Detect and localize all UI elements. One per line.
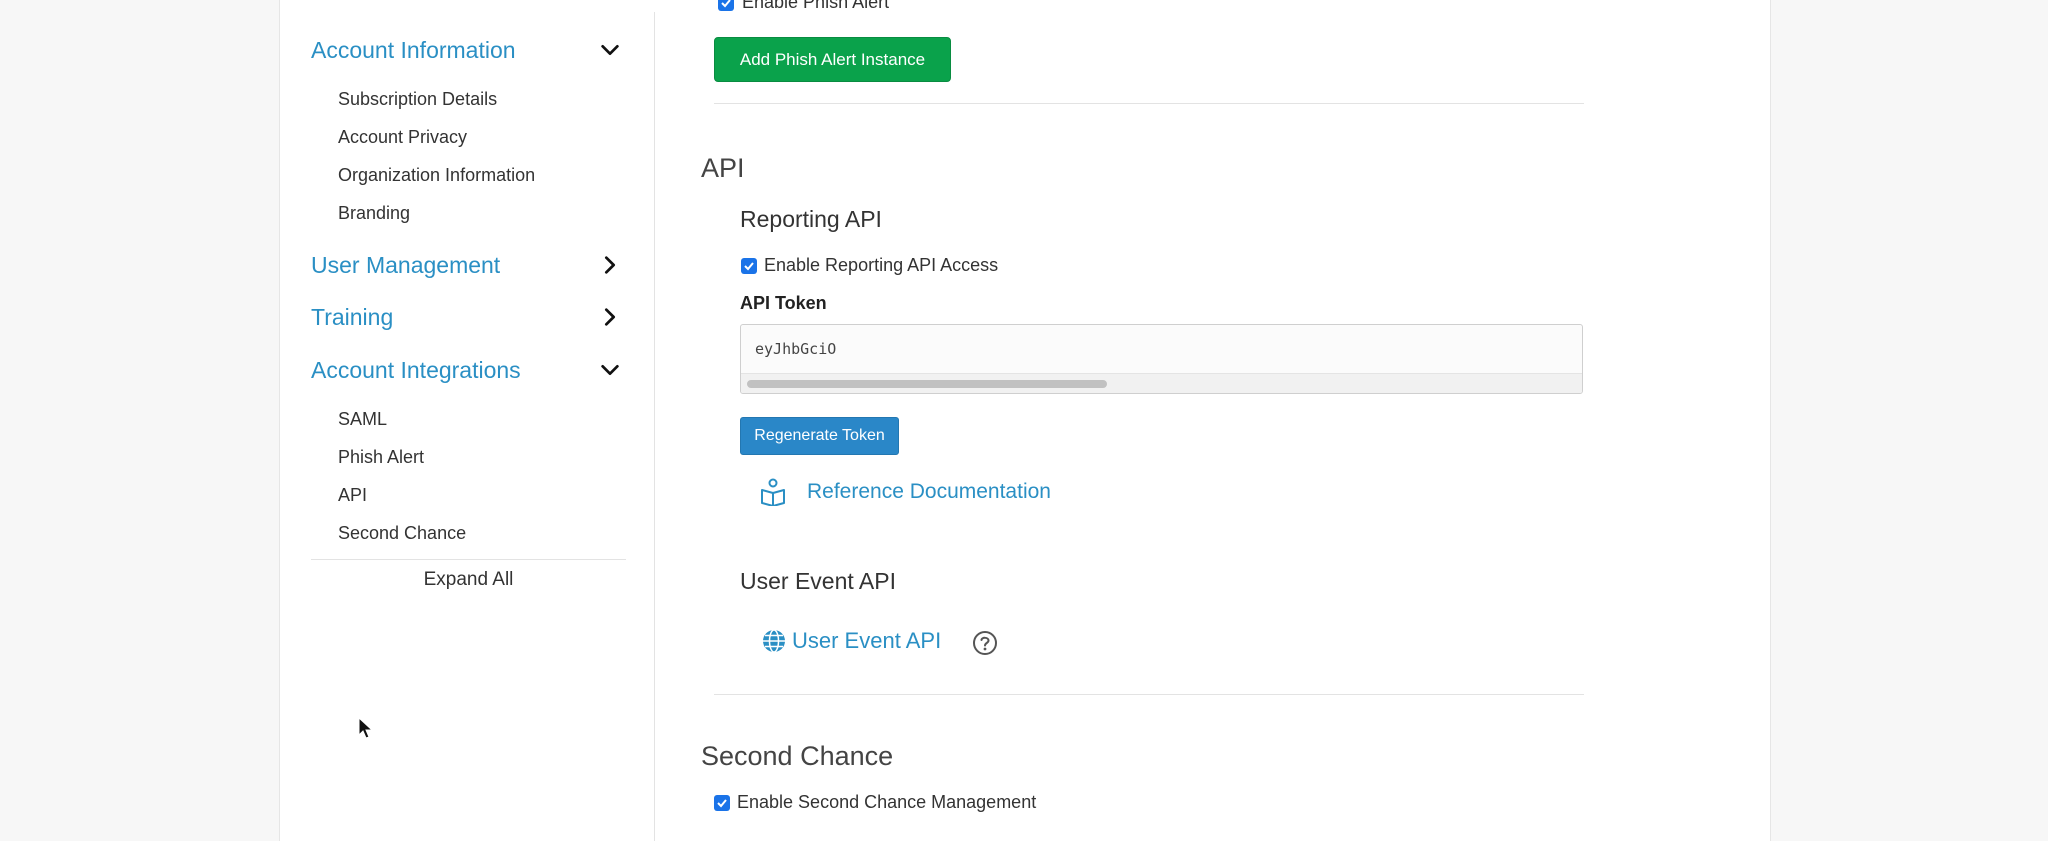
enable-reporting-api-checkbox[interactable] (741, 257, 757, 274)
checkmark-icon (744, 261, 754, 270)
section-divider (714, 694, 1584, 695)
sidebar-section-label: Account Integrations (311, 356, 521, 383)
globe-icon (763, 629, 785, 653)
regenerate-token-button[interactable]: Regenerate Token (740, 417, 899, 455)
reference-documentation-link[interactable]: Reference Documentation (759, 478, 1051, 506)
checkbox-label: Enable Reporting API Access (764, 255, 999, 275)
sidebar-divider (654, 12, 655, 841)
reporting-api-heading: Reporting API (740, 206, 882, 232)
checkbox-label: Enable Phish Alert (742, 0, 890, 12)
api-heading: API (701, 153, 745, 183)
chevron-right-icon (604, 308, 616, 326)
chevron-down-icon (601, 44, 619, 56)
sidebar-item-account-privacy[interactable]: Account Privacy (338, 127, 467, 148)
sidebar-section-training[interactable]: Training (311, 300, 621, 334)
checkmark-icon (721, 0, 731, 7)
link-label: Reference Documentation (807, 480, 1051, 503)
sidebar-section-label: Training (311, 303, 394, 330)
enable-second-chance-checkbox[interactable] (714, 794, 730, 811)
user-event-api-link[interactable]: User Event API (762, 628, 941, 654)
sidebar-section-label: Account Information (311, 36, 516, 63)
sidebar-item-saml[interactable]: SAML (338, 409, 387, 430)
sidebar-section-account-integrations[interactable]: Account Integrations (311, 353, 621, 387)
mouse-cursor-icon (358, 717, 374, 739)
sidebar-section-account-information[interactable]: Account Information (311, 33, 621, 67)
expand-all-link[interactable]: Expand All (311, 569, 626, 591)
question-circle-icon[interactable] (972, 630, 998, 656)
user-event-api-heading: User Event API (740, 568, 896, 594)
api-token-field[interactable]: eyJhbGciO (740, 324, 1583, 394)
sidebar-rule (311, 559, 626, 560)
sidebar-section-label: User Management (311, 251, 501, 278)
sidebar-section-user-management[interactable]: User Management (311, 248, 621, 282)
settings-panel (279, 0, 1771, 841)
sidebar-item-subscription-details[interactable]: Subscription Details (338, 89, 497, 110)
checkmark-icon (717, 798, 727, 807)
add-phish-alert-button[interactable]: Add Phish Alert Instance (714, 37, 951, 82)
phish-alert-checkbox-row[interactable]: Enable Phish Alert (718, 0, 889, 13)
checkbox[interactable] (718, 0, 734, 11)
api-token-label: API Token (740, 293, 827, 313)
api-token-value[interactable]: eyJhbGciO (755, 340, 836, 358)
book-icon (761, 478, 785, 506)
second-chance-heading: Second Chance (701, 741, 894, 771)
enable-second-chance-row[interactable]: Enable Second Chance Management (714, 792, 1036, 813)
sidebar-item-second-chance[interactable]: Second Chance (338, 523, 466, 544)
section-divider (714, 103, 1584, 104)
scrollbar-thumb[interactable] (747, 380, 1107, 388)
sidebar-item-phish-alert[interactable]: Phish Alert (338, 447, 424, 468)
chevron-down-icon (601, 364, 619, 376)
chevron-right-icon (604, 256, 616, 274)
checkbox-label: Enable Second Chance Management (737, 792, 1037, 812)
link-label: User Event API (792, 628, 942, 653)
sidebar-item-branding[interactable]: Branding (338, 203, 410, 224)
horizontal-scrollbar[interactable] (741, 373, 1582, 393)
sidebar-item-organization-information[interactable]: Organization Information (338, 165, 535, 186)
enable-reporting-api-row[interactable]: Enable Reporting API Access (741, 255, 998, 276)
sidebar-item-api[interactable]: API (338, 485, 367, 506)
